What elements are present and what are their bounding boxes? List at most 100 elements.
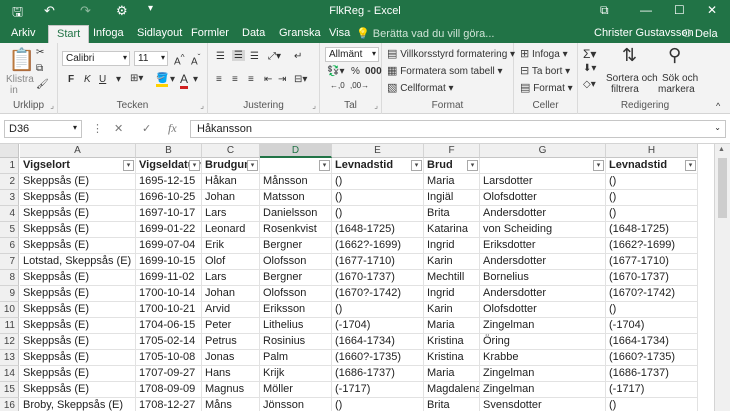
sort-filter-icon[interactable]: ⇅ — [622, 45, 637, 66]
expand-formula-icon[interactable]: ⌄ — [714, 123, 721, 132]
table-cell[interactable]: Zingelman — [480, 382, 606, 398]
table-cell[interactable]: Måns — [202, 398, 260, 411]
sort-filter-label-1[interactable]: Sortera och — [606, 73, 658, 84]
table-cell[interactable]: Larsdotter — [480, 174, 606, 190]
table-cell[interactable]: 1696-10-25 — [136, 190, 202, 206]
formula-input[interactable]: Håkansson ⌄ — [190, 120, 726, 138]
table-cell[interactable]: (1662?-1699) — [332, 238, 424, 254]
table-cell[interactable]: (-1704) — [332, 318, 424, 334]
sort-filter-label-2[interactable]: filtrera — [611, 84, 639, 95]
comma-style-icon[interactable]: 000 — [365, 66, 382, 77]
number-format-select[interactable]: Allmänt ▾ — [325, 47, 379, 62]
filter-dropdown-icon[interactable]: ▾ — [319, 160, 330, 171]
table-cell[interactable]: Karin — [424, 302, 480, 318]
table-cell[interactable]: (1677-1710) — [606, 254, 698, 270]
table-cell[interactable]: Rosenkvist — [260, 222, 332, 238]
table-cell[interactable]: Skeppsås (E) — [20, 382, 136, 398]
table-cell[interactable]: Ingrid — [424, 286, 480, 302]
table-header-cell[interactable]: Levnadstid ▾ — [332, 158, 424, 174]
find-select-label-2[interactable]: markera — [658, 84, 695, 95]
table-cell[interactable]: (1664-1734) — [332, 334, 424, 350]
row-header[interactable]: 10 — [0, 302, 19, 318]
filter-dropdown-icon[interactable]: ▾ — [685, 160, 696, 171]
table-cell[interactable]: Skeppsås (E) — [20, 318, 136, 334]
table-cell[interactable]: () — [606, 206, 698, 222]
table-cell[interactable]: (1648-1725) — [606, 222, 698, 238]
accounting-format-icon[interactable]: 💱▾ — [327, 66, 344, 77]
table-cell[interactable]: Andersdotter — [480, 286, 606, 302]
table-cell[interactable]: Mechtill — [424, 270, 480, 286]
align-left-icon[interactable]: ≡ — [216, 74, 222, 85]
table-cell[interactable]: 1708-12-27 — [136, 398, 202, 411]
table-cell[interactable]: Olofsdotter — [480, 190, 606, 206]
percent-icon[interactable]: % — [351, 66, 360, 77]
table-cell[interactable]: Skeppsås (E) — [20, 302, 136, 318]
table-cell[interactable]: () — [332, 206, 424, 222]
row-header[interactable]: 5 — [0, 222, 19, 238]
close-icon[interactable]: ✕ — [707, 3, 717, 17]
table-cell[interactable]: Kristina — [424, 350, 480, 366]
table-cell[interactable]: Maria — [424, 174, 480, 190]
orientation-icon[interactable]: ⤢▾ — [268, 51, 281, 62]
table-cell[interactable]: Maria — [424, 366, 480, 382]
table-cell[interactable]: (1670?-1742) — [332, 286, 424, 302]
row-header[interactable]: 2 — [0, 174, 19, 190]
select-all-corner[interactable] — [0, 144, 19, 158]
align-right-icon[interactable]: ≡ — [248, 74, 254, 85]
row-header[interactable]: 9 — [0, 286, 19, 302]
table-cell[interactable]: 1705-10-08 — [136, 350, 202, 366]
table-cell[interactable]: Magnus — [202, 382, 260, 398]
collapse-ribbon-icon[interactable]: ^ — [716, 101, 720, 111]
row-header[interactable]: 1 — [0, 158, 19, 174]
row-header[interactable]: 12 — [0, 334, 19, 350]
conditional-formatting-button[interactable]: ▤ Villkorsstyrd formatering ▾ — [387, 47, 515, 60]
row-header[interactable]: 14 — [0, 366, 19, 382]
table-cell[interactable]: Olofsson — [260, 254, 332, 270]
table-cell[interactable]: Bergner — [260, 270, 332, 286]
table-cell[interactable]: (-1704) — [606, 318, 698, 334]
table-cell[interactable]: Eriksdotter — [480, 238, 606, 254]
format-as-table-button[interactable]: ▦ Formatera som tabell ▾ — [387, 64, 502, 77]
table-cell[interactable]: von Scheiding — [480, 222, 606, 238]
table-cell[interactable]: Olof — [202, 254, 260, 270]
table-cell[interactable]: Bornelius — [480, 270, 606, 286]
table-cell[interactable]: () — [606, 398, 698, 411]
table-cell[interactable]: Krabbe — [480, 350, 606, 366]
table-cell[interactable]: Skeppsås (E) — [20, 174, 136, 190]
table-cell[interactable]: Skeppsås (E) — [20, 190, 136, 206]
table-cell[interactable]: Arvid — [202, 302, 260, 318]
table-cell[interactable]: Månsson — [260, 174, 332, 190]
bold-button[interactable]: F — [68, 74, 74, 85]
table-cell[interactable]: Johan — [202, 190, 260, 206]
table-cell[interactable]: 1699-07-04 — [136, 238, 202, 254]
name-box[interactable]: D36 ▾ — [4, 120, 82, 138]
italic-button[interactable]: K — [84, 74, 91, 85]
table-cell[interactable]: Hans — [202, 366, 260, 382]
table-cell[interactable]: Matsson — [260, 190, 332, 206]
align-middle-icon[interactable]: ☰ — [232, 50, 245, 61]
alignment-launcher-icon[interactable]: ⌟ — [312, 101, 316, 110]
row-header[interactable]: 3 — [0, 190, 19, 206]
align-top-icon[interactable]: ☰ — [216, 51, 225, 62]
table-cell[interactable]: () — [332, 174, 424, 190]
table-cell[interactable]: Maria — [424, 318, 480, 334]
table-cell[interactable]: 1708-09-09 — [136, 382, 202, 398]
table-cell[interactable]: Lotstad, Skeppsås (E) — [20, 254, 136, 270]
delete-cells-button[interactable]: ⊟ Ta bort ▾ — [520, 64, 570, 77]
table-cell[interactable]: (1648-1725) — [332, 222, 424, 238]
ribbon-display-icon[interactable]: ⧉ — [600, 3, 609, 18]
table-cell[interactable]: () — [606, 302, 698, 318]
fill-icon[interactable]: ⬇▾ — [583, 63, 596, 74]
table-cell[interactable]: Petrus — [202, 334, 260, 350]
paste-label[interactable]: Klistra — [6, 74, 34, 85]
table-cell[interactable]: (1670-1737) — [332, 270, 424, 286]
shrink-font-icon[interactable]: Aˇ — [191, 52, 200, 67]
table-cell[interactable]: Katarina — [424, 222, 480, 238]
insert-function-button[interactable]: fx — [168, 121, 177, 136]
underline-dropdown-icon[interactable]: ▾ — [116, 74, 121, 85]
table-cell[interactable]: 1695-12-15 — [136, 174, 202, 190]
clipboard-launcher-icon[interactable]: ⌟ — [50, 101, 54, 110]
table-cell[interactable]: Håkan — [202, 174, 260, 190]
table-cell[interactable]: (-1717) — [332, 382, 424, 398]
table-cell[interactable]: Skeppsås (E) — [20, 222, 136, 238]
